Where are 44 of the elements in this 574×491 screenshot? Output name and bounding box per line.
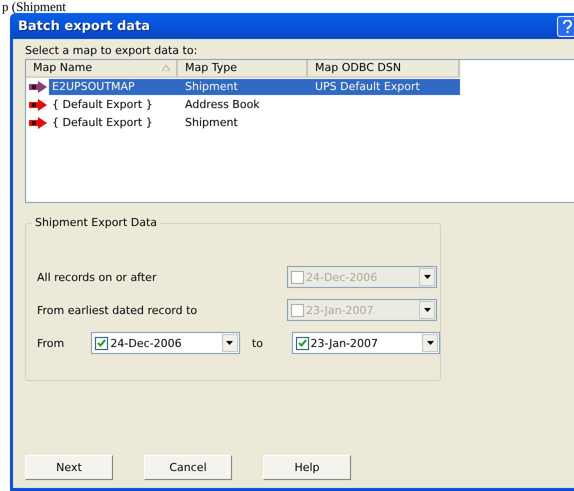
- date-picker[interactable]: 23-Jan-2007: [292, 332, 440, 354]
- table-cell-text: E2UPSOUTMAP: [51, 80, 136, 93]
- date-value: 24-Dec-2006: [110, 336, 183, 350]
- column-header[interactable]: Map Name: [26, 60, 178, 78]
- column-header[interactable]: Map ODBC DSN: [308, 60, 460, 78]
- table-cell: Shipment: [185, 80, 238, 93]
- table-row[interactable]: E2UPSOUTMAP Shipment UPS Default Export: [49, 79, 460, 95]
- question-mark-icon: [563, 20, 572, 32]
- from-label: From: [37, 336, 66, 350]
- background-text: p (Shipment: [1, 0, 66, 13]
- dialog-button[interactable]: Cancel: [144, 455, 232, 480]
- export-arrow-icon: [29, 117, 47, 129]
- table-cell: Shipment: [185, 116, 238, 129]
- table-cell-text: { Default Export }: [51, 116, 154, 129]
- checkbox[interactable]: [296, 336, 308, 350]
- sort-arrow-icon: [162, 65, 170, 71]
- caret-icon: [226, 341, 234, 345]
- caret-icon: [426, 341, 434, 345]
- dropdown-button[interactable]: [222, 334, 238, 352]
- dropdown-button[interactable]: [422, 334, 438, 352]
- checkbox[interactable]: [95, 336, 108, 350]
- window-title: Batch export data: [18, 18, 152, 34]
- dialog-button[interactable]: Next: [25, 455, 113, 480]
- to-label: to: [250, 336, 264, 350]
- export-arrow-icon: [29, 99, 47, 111]
- table-row[interactable]: { Default Export } Shipment: [49, 115, 460, 131]
- date-value: 24-Dec-2006: [306, 270, 378, 284]
- export-arrow-icon: [29, 81, 47, 93]
- column-header[interactable]: Map Type: [178, 60, 308, 78]
- date-value: 23-Jan-2007: [310, 336, 379, 350]
- list-label: Select a map to export data to:: [25, 43, 198, 59]
- date-value: 23-Jan-2007: [306, 304, 374, 316]
- table-cell: Address Book: [185, 98, 260, 111]
- table-row[interactable]: { Default Export } Address Book: [49, 97, 460, 113]
- caret-icon: [424, 308, 430, 312]
- help-button[interactable]: [557, 16, 574, 36]
- table-cell: UPS Default Export: [315, 80, 420, 93]
- option-label: All records on or after: [37, 270, 158, 284]
- group-title: Shipment Export Data: [32, 216, 160, 229]
- option-label: From earliest dated record to: [37, 304, 198, 316]
- date-picker[interactable]: 24-Dec-2006: [91, 332, 240, 354]
- caret-icon: [424, 275, 430, 279]
- dialog-button[interactable]: Help: [263, 455, 351, 480]
- table-cell-text: { Default Export }: [51, 98, 154, 111]
